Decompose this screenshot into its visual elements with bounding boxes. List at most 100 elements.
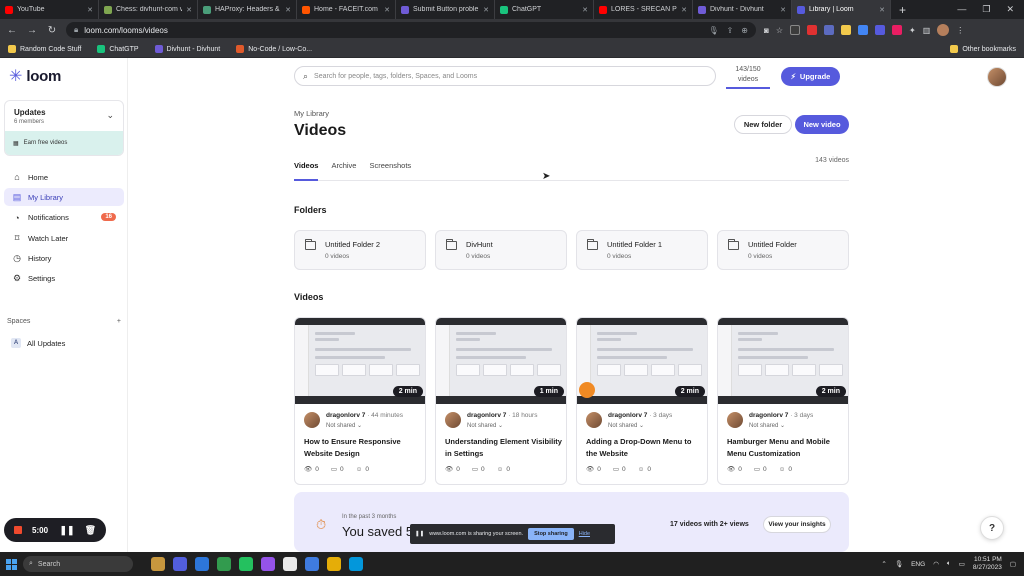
- stop-recording-button[interactable]: [14, 526, 22, 534]
- space-all-updates[interactable]: A All Updates: [11, 338, 65, 348]
- video-card[interactable]: 2 min dragonlorv 7 · 3 days Not shared ⌄ Ad…: [576, 317, 708, 485]
- taskbar-app-icon[interactable]: [217, 557, 231, 571]
- video-title[interactable]: Understanding Element Visibility in Sett…: [445, 436, 563, 460]
- extension-icon[interactable]: [875, 25, 886, 35]
- browser-tab[interactable]: Chess: divhunt-com v ✕: [99, 0, 198, 19]
- battery-icon[interactable]: ▭: [959, 560, 965, 568]
- author-name[interactable]: dragonlorv 7: [749, 412, 788, 419]
- extension-icon[interactable]: [790, 25, 801, 35]
- minimize-icon[interactable]: —: [957, 4, 966, 15]
- browser-tab[interactable]: Home - FACEIT.com ✕: [297, 0, 396, 19]
- close-window-icon[interactable]: ✕: [1006, 4, 1014, 15]
- sidebar-item-history[interactable]: ◷ History: [4, 250, 124, 268]
- video-card[interactable]: 1 min dragonlorv 7 · 18 hours Not shared ⌄…: [435, 317, 567, 485]
- menu-kebab-icon[interactable]: ⋮: [956, 26, 964, 35]
- sharing-dropdown[interactable]: Not shared ⌄: [467, 422, 503, 429]
- taskbar-app-icon[interactable]: [283, 557, 297, 571]
- url-bar[interactable]: 🔒︎ loom.com/looms/videos 🎙︎ ⇪ ⊕: [66, 22, 756, 38]
- taskbar-app-icon[interactable]: [327, 557, 341, 571]
- new-folder-button[interactable]: New folder: [734, 115, 792, 134]
- author-avatar[interactable]: [727, 412, 743, 428]
- video-thumbnail[interactable]: 2 min: [718, 318, 848, 404]
- video-quota[interactable]: 143/150 videos: [726, 65, 770, 89]
- volume-icon[interactable]: 🔈︎: [947, 560, 951, 568]
- profile-avatar[interactable]: [937, 24, 950, 36]
- video-title[interactable]: How to Ensure Responsive Website Design: [304, 436, 422, 460]
- sidebar-item-notifications[interactable]: ◔ Notifications 16: [4, 209, 124, 227]
- video-thumbnail[interactable]: 2 min: [577, 318, 707, 404]
- close-tab-icon[interactable]: ✕: [186, 6, 192, 14]
- video-card[interactable]: 2 min dragonlorv 7 · 3 days Not shared ⌄ Ha…: [717, 317, 849, 485]
- taskbar-app-icon[interactable]: [151, 557, 165, 571]
- language-indicator[interactable]: ENG: [911, 561, 925, 568]
- taskbar-app-icon[interactable]: [173, 557, 187, 571]
- pause-icon[interactable]: ❚❚: [59, 525, 74, 536]
- sidebar-item-watch-later[interactable]: ⌑ Watch Later: [4, 229, 124, 247]
- close-tab-icon[interactable]: ✕: [879, 6, 885, 14]
- taskbar-app-icon[interactable]: [195, 557, 209, 571]
- user-avatar[interactable]: [987, 67, 1007, 87]
- close-tab-icon[interactable]: ✕: [285, 6, 291, 14]
- help-button[interactable]: ?: [980, 516, 1004, 540]
- extension-icon[interactable]: [807, 25, 818, 35]
- new-tab-button[interactable]: +: [891, 3, 914, 17]
- browser-tab[interactable]: HAProxy: Headers & C ✕: [198, 0, 297, 19]
- folder-card[interactable]: Untitled Folder 2 0 videos: [294, 230, 426, 270]
- browser-tab[interactable]: Submit Button proble ✕: [396, 0, 495, 19]
- close-tab-icon[interactable]: ✕: [780, 6, 786, 14]
- windows-start-icon[interactable]: [6, 558, 17, 570]
- tab-videos[interactable]: Videos: [294, 158, 319, 181]
- close-tab-icon[interactable]: ✕: [483, 6, 489, 14]
- sidebar-item-home[interactable]: ⌂ Home: [4, 168, 124, 186]
- breadcrumb[interactable]: My Library: [294, 109, 329, 118]
- bookmark-star-icon[interactable]: ☆: [776, 26, 783, 35]
- add-space-icon[interactable]: +: [117, 318, 121, 325]
- upgrade-button[interactable]: ⚡︎ Upgrade: [781, 67, 840, 86]
- author-avatar[interactable]: [445, 412, 461, 428]
- taskbar-app-icon[interactable]: [349, 557, 363, 571]
- taskbar-app-icon[interactable]: [305, 557, 319, 571]
- author-avatar[interactable]: [304, 412, 320, 428]
- extension-icon[interactable]: [892, 25, 903, 35]
- browser-tab[interactable]: Divhunt - Divhunt ✕: [693, 0, 792, 19]
- screenshot-icon[interactable]: ◙: [764, 26, 769, 35]
- view-insights-button[interactable]: View your insights: [763, 516, 831, 533]
- sidebar-item-my-library[interactable]: ▤ My Library: [4, 188, 124, 207]
- bookmark-item[interactable]: Random Code Stuff: [8, 45, 81, 53]
- video-card[interactable]: 2 min dragonlorv 7 · 44 minutes Not shared…: [294, 317, 426, 485]
- back-icon[interactable]: ←: [6, 25, 18, 36]
- mic-icon[interactable]: 🎙︎: [895, 560, 903, 568]
- mic-icon[interactable]: 🎙︎: [708, 26, 718, 35]
- close-tab-icon[interactable]: ✕: [582, 6, 588, 14]
- loom-logo[interactable]: ✳ loom: [9, 68, 61, 85]
- lock-icon[interactable]: 🔒︎: [74, 25, 78, 35]
- video-title[interactable]: Adding a Drop-Down Menu to the Website: [586, 436, 704, 460]
- browser-tab[interactable]: Library | Loom ✕: [792, 0, 891, 19]
- video-thumbnail[interactable]: 1 min: [436, 318, 566, 404]
- author-name[interactable]: dragonlorv 7: [608, 412, 647, 419]
- stop-sharing-button[interactable]: Stop sharing: [528, 528, 574, 540]
- browser-tab[interactable]: LORES - SRECAN PUT ✕: [594, 0, 693, 19]
- hide-button[interactable]: Hide: [579, 531, 590, 537]
- taskbar-app-icon[interactable]: [261, 557, 275, 571]
- close-tab-icon[interactable]: ✕: [87, 6, 93, 14]
- extension-icon[interactable]: [824, 25, 835, 35]
- zoom-icon[interactable]: ⊕: [741, 26, 748, 35]
- new-video-button[interactable]: New video: [795, 115, 849, 134]
- tab-screenshots[interactable]: Screenshots: [369, 158, 411, 181]
- wifi-icon[interactable]: ◠: [933, 560, 939, 568]
- chevron-down-icon[interactable]: ⌄: [106, 110, 114, 121]
- share-icon[interactable]: ⇪: [727, 26, 734, 35]
- video-title[interactable]: Hamburger Menu and Mobile Menu Customiza…: [727, 436, 845, 460]
- maximize-icon[interactable]: ❐: [982, 4, 990, 15]
- extension-icon[interactable]: [858, 25, 869, 35]
- author-name[interactable]: dragonlorv 7: [326, 412, 365, 419]
- clock[interactable]: 10:51 PM 8/27/2023: [973, 556, 1002, 572]
- close-tab-icon[interactable]: ✕: [384, 6, 390, 14]
- folder-card[interactable]: Untitled Folder 0 videos: [717, 230, 849, 270]
- browser-tab[interactable]: ChatGPT ✕: [495, 0, 594, 19]
- taskbar-search[interactable]: ⌕ Search: [23, 556, 133, 572]
- other-bookmarks[interactable]: Other bookmarks: [950, 45, 1016, 53]
- bookmark-item[interactable]: No-Code / Low-Co...: [236, 45, 312, 53]
- bookmark-item[interactable]: ChatGTP: [97, 45, 139, 53]
